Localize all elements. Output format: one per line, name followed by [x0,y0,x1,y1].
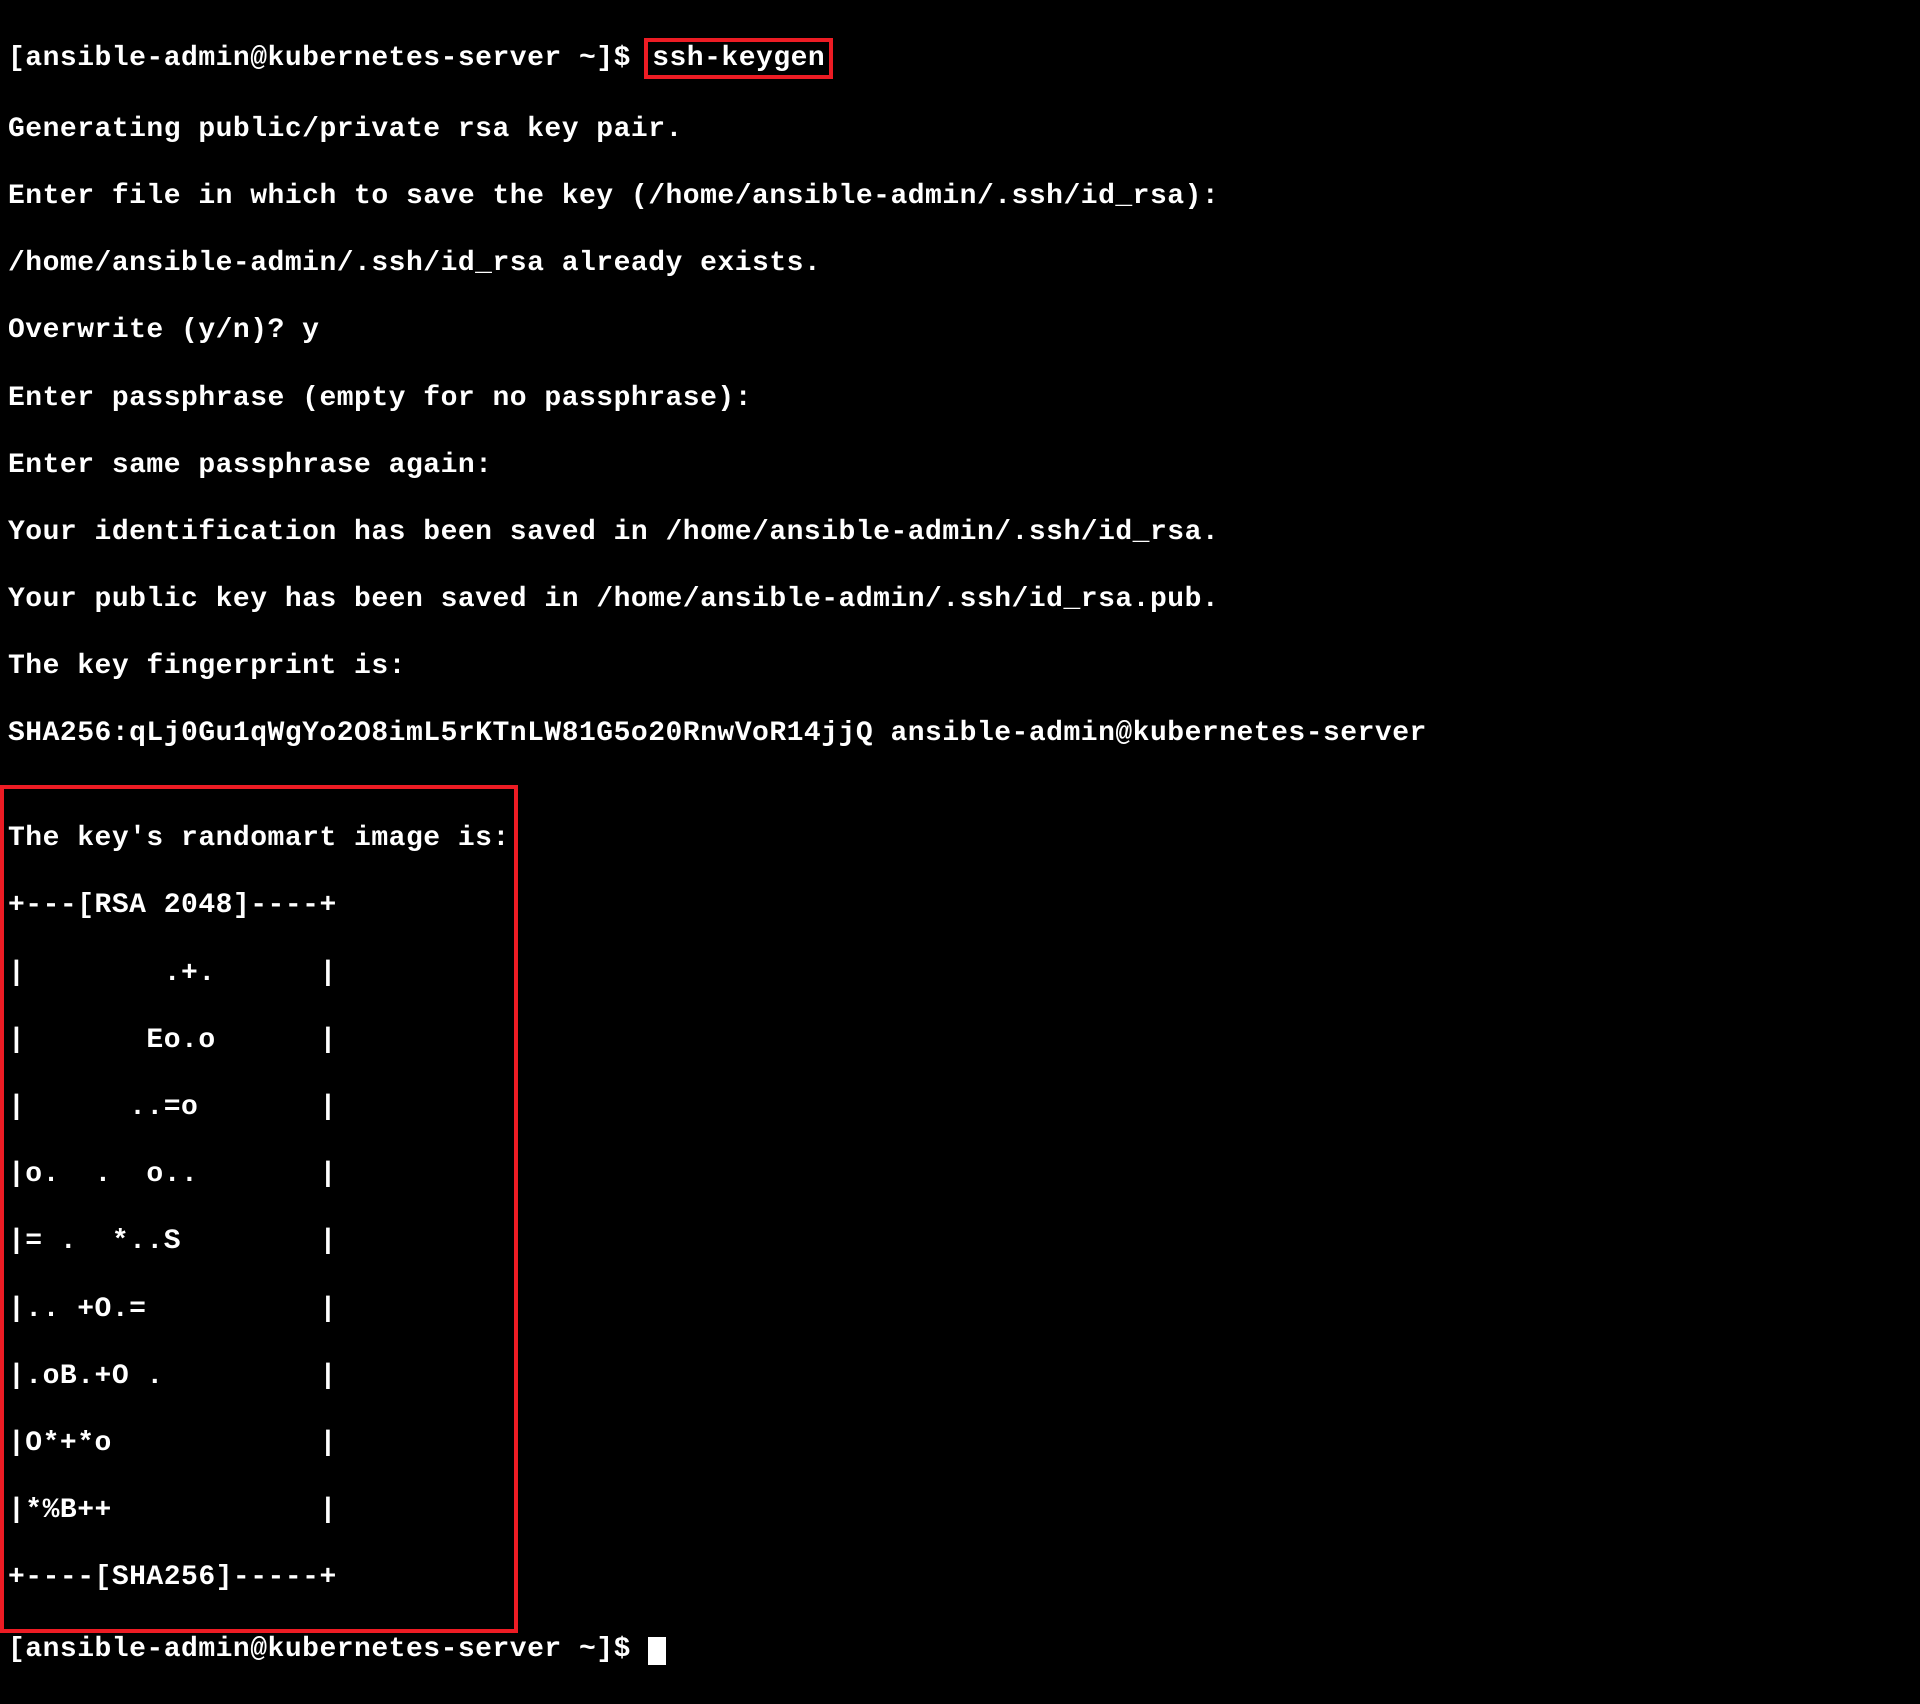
prompt-line-1: [ansible-admin@kubernetes-server ~]$ ssh… [8,38,1912,80]
output-line: /home/ansible-admin/.ssh/id_rsa already … [8,247,1912,281]
shell-prompt: [ansible-admin@kubernetes-server ~]$ [8,1634,648,1665]
output-line: The key fingerprint is: [8,650,1912,684]
output-line: Overwrite (y/n)? y [8,314,1912,348]
terminal-window[interactable]: [ansible-admin@kubernetes-server ~]$ ssh… [0,0,1920,1704]
output-line: Enter same passphrase again: [8,449,1912,483]
command-highlight: ssh-keygen [644,38,833,80]
randomart-line: |*%B++ | [8,1494,510,1528]
randomart-line: |O*+*o | [8,1427,510,1461]
command-text: ssh-keygen [652,43,825,74]
prompt-line-2: [ansible-admin@kubernetes-server ~]$ [8,1633,1912,1667]
randomart-line: +---[RSA 2048]----+ [8,889,510,923]
randomart-line: | .+. | [8,957,510,991]
randomart-line: The key's randomart image is: [8,822,510,856]
randomart-line: |.. +O.= | [8,1293,510,1327]
randomart-line: +----[SHA256]-----+ [8,1561,510,1595]
randomart-line: | ..=o | [8,1091,510,1125]
randomart-line: |.oB.+O . | [8,1360,510,1394]
output-line: Your public key has been saved in /home/… [8,583,1912,617]
shell-prompt: [ansible-admin@kubernetes-server ~]$ [8,43,648,74]
randomart-line: |= . *..S | [8,1225,510,1259]
output-line: SHA256:qLj0Gu1qWgYo2O8imL5rKTnLW81G5o20R… [8,717,1912,751]
output-line: Your identification has been saved in /h… [8,516,1912,550]
randomart-line: | Eo.o | [8,1024,510,1058]
output-line: Enter file in which to save the key (/ho… [8,180,1912,214]
output-line: Enter passphrase (empty for no passphras… [8,382,1912,416]
cursor-icon [648,1637,666,1665]
randomart-line: |o. . o.. | [8,1158,510,1192]
randomart-highlight: The key's randomart image is: +---[RSA 2… [0,785,518,1633]
output-line: Generating public/private rsa key pair. [8,113,1912,147]
